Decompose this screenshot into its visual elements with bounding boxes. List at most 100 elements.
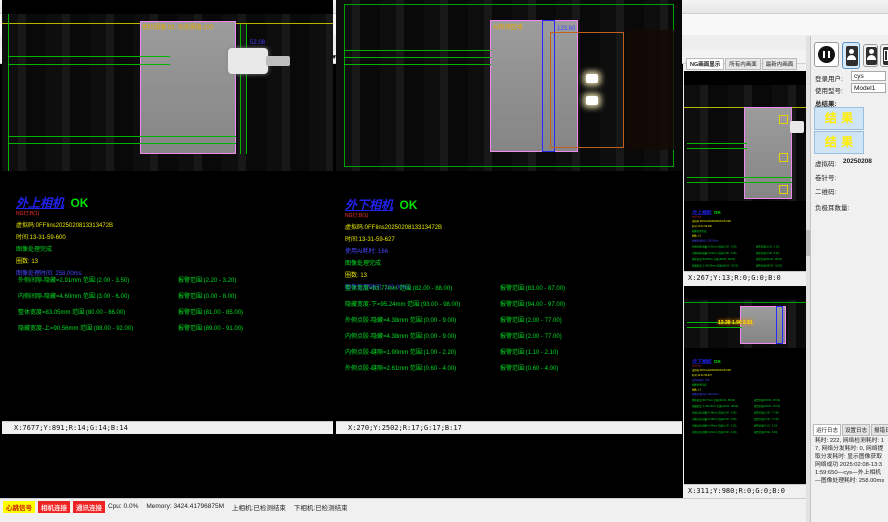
mini-upper-gripper	[790, 121, 804, 133]
right-process-done: 图像处理完成	[345, 258, 442, 267]
cpu-usage: Cpu: 0.0%	[108, 503, 138, 510]
logout-icon: →	[883, 47, 888, 65]
left-barcode: 虚拟码:0FFIins2025020813313472B	[16, 220, 113, 229]
measurement-row: 整体宽度=83.77mm 范围:(82.00 - 88.00)报警范围:(83.…	[345, 283, 565, 292]
result-box-upper: 结 果	[814, 107, 864, 130]
left-result-block: 外上相机 OK NG灯:B(1) 虚拟码:0FFIins202502081331…	[16, 194, 113, 277]
right-status-ok: OK	[399, 198, 417, 212]
left-camera-view[interactable]: 色阶阈值:93, 动态阈值:100 52.08 外上相机 OK NG灯:B(1)…	[2, 0, 333, 434]
right-gap-line-1	[344, 50, 491, 51]
right-gap-line-2	[344, 57, 491, 58]
side-view-tabs: NG画面显示 所有内画面 最新内画面	[686, 58, 798, 70]
model-label: 使用型号:	[815, 85, 843, 95]
pause-icon	[818, 46, 835, 63]
right-barcode: 虚拟码:0FFIins2025020813313472B	[345, 222, 442, 231]
right-orange-roi	[550, 32, 624, 148]
user-icon	[846, 46, 858, 66]
left-gap-line-1	[8, 56, 170, 57]
side-tab-latest-frames[interactable]: 最新内画面	[762, 58, 798, 70]
left-measure-vline-1	[240, 24, 241, 154]
right-blue-tag: 123.60	[557, 26, 575, 32]
result-box-lower: 结 果	[814, 131, 864, 154]
log-tab-settings[interactable]: 设置日志	[842, 424, 870, 436]
side-tab-ng-display[interactable]: NG画面显示	[686, 58, 724, 70]
barcode-value: 20250208	[843, 158, 872, 165]
measurement-row: 整体宽度=83.05mm 范围:(80.00 - 86.00)报警范围:(81.…	[18, 307, 243, 316]
left-gap-line-2	[8, 64, 170, 65]
memory-usage: Memory: 3424.41796875M	[146, 503, 224, 510]
side-tab-all-frames[interactable]: 所有内画面	[725, 58, 761, 70]
left-camera-image[interactable]: 色阶阈值:93, 动态阈值:100 52.08	[2, 14, 333, 171]
left-gripper-stem	[266, 56, 290, 66]
app-window: CYS-视觉检测系统 Ɛ 系统配置 相机配置 通讯配置 IO手配置 ▾ 光源控制…	[0, 0, 888, 522]
left-threshold-label: 色阶阈值:93, 动态阈值:100	[142, 22, 213, 31]
model-value: Model1	[851, 83, 886, 93]
tab-count-label: 负极耳数量:	[815, 202, 849, 212]
right-bright-spot-1	[586, 74, 598, 83]
user-mode-button-active[interactable]	[842, 42, 860, 69]
mini-lower-blue-rect	[776, 306, 783, 344]
left-green-edge-line	[8, 14, 9, 171]
mini-view-upper[interactable]: 外上相机 OK NG灯:B(1) 虚拟码:0FFIins202502081331…	[684, 71, 806, 284]
lower-camera-status: 下相机:已检测结束	[294, 502, 348, 512]
left-measurements: 外侧间隙-隐藏=2.91mm 范围:(2.00 - 3.50)报警范围:(2.2…	[18, 275, 243, 339]
mini-lower-result: 外下相机 OK NG灯:B(1) 虚拟码:0FFIins202502081331…	[692, 358, 806, 436]
logout-button[interactable]: →	[880, 44, 888, 67]
right-camera-image[interactable]: AI检测区域 123.60	[336, 0, 682, 171]
measurement-row: 内侧点胶-缝隙=1.90mm 范围:(1.00 - 2.20)报警范围:(1.1…	[345, 347, 565, 356]
mini-upper-image	[684, 85, 806, 201]
right-measurements: 整体宽度=83.77mm 范围:(82.00 - 88.00)报警范围:(83.…	[345, 283, 565, 379]
needle-label: 卷针号:	[815, 172, 836, 182]
mini-marker-2	[779, 153, 788, 162]
log-tab-run[interactable]: 运行日志	[813, 424, 841, 436]
log-tabs: 运行日志 设置日志 报错日志	[813, 424, 888, 436]
pause-button[interactable]	[814, 42, 839, 67]
camera-connection-indicator: 相机连接	[38, 501, 70, 513]
right-pixel-coordinates: X:270;Y:2502;R:17;G:17;B:17	[336, 421, 682, 434]
heartbeat-indicator: 心跳信号	[3, 501, 35, 513]
right-ai-region-label: AI检测区域	[493, 22, 523, 31]
user-icon	[866, 47, 877, 65]
user-mode-button[interactable]	[863, 44, 878, 67]
right-ai-time: 使用AI耗时: 166	[345, 246, 442, 255]
left-gap-line-4	[8, 143, 236, 144]
login-user-value: cys	[851, 71, 886, 81]
right-time: 时间:13-31-59-627	[345, 234, 442, 243]
left-measure-vline-2	[246, 24, 247, 154]
upper-camera-status: 上相机:已检测结束	[232, 502, 286, 512]
measurement-row: 外侧点胶-隐藏=4.38mm 范围:(0.00 - 9.00)报警范围:(2.0…	[345, 315, 565, 324]
measurement-row: 外侧点胶-缝隙=2.61mm 范围:(0.60 - 4.00)报警范围:(0.6…	[345, 363, 565, 372]
right-dark-area	[626, 30, 674, 150]
mini-lower-image: 13.38 1.90 2.61	[684, 300, 806, 348]
left-process-done: 图像处理完成	[16, 244, 113, 253]
mini-upper-result: 外上相机 OK NG灯:B(1) 虚拟码:0FFIins202502081331…	[692, 209, 806, 270]
right-rounds: 圈数: 13	[345, 270, 442, 279]
right-camera-name: 外下相机	[345, 196, 393, 213]
mini-marker-1	[779, 115, 788, 124]
qr-label: 二维码:	[815, 186, 836, 196]
log-tab-errors[interactable]: 报错日志	[871, 424, 888, 436]
right-result-block: 外下相机 OK NG灯:B(1) 虚拟码:0FFIins202502081331…	[345, 196, 442, 291]
barcode-label: 虚拟码:	[815, 158, 836, 168]
comm-connection-indicator: 通讯连接	[73, 501, 105, 513]
mini-lower-coordinates: X:311;Y:980;R:0;G:0;B:0	[684, 484, 806, 497]
left-status-ok: OK	[70, 196, 88, 210]
right-gap-line-3	[344, 64, 491, 65]
measurement-row: 隐藏宽度-下=95.24mm 范围:(93.00 - 98.00)报警范围:(9…	[345, 299, 565, 308]
left-gripper-tool	[228, 48, 268, 74]
control-panel: → 登录用户: cys 使用型号: Model1 总结果: 结 果 结 果 虚拟…	[810, 36, 888, 522]
left-rounds: 圈数: 13	[16, 256, 113, 265]
measurement-row: 内侧间隙-隐藏=4.60mm 范围:(3.00 - 6.00)报警范围:(0.0…	[18, 291, 243, 300]
left-gap-line-3	[8, 136, 236, 137]
left-camera-name: 外上相机	[16, 194, 64, 211]
measurement-row: 隐藏宽度-上=90.56mm 范围:(88.00 - 92.00)报警范围:(8…	[18, 323, 243, 332]
right-camera-view[interactable]: AI检测区域 123.60 外下相机 OK NG灯:B(1) 虚拟码:0FFIi…	[336, 0, 682, 434]
left-blue-tag: 52.08	[250, 40, 265, 46]
mini-view-lower[interactable]: 13.38 1.90 2.61 外下相机 OK NG灯:B(1) 虚拟码:0FF…	[684, 286, 806, 497]
mini-upper-coordinates: X:267;Y:13;R:0;G:0;B:0	[684, 271, 806, 284]
login-user-label: 登录用户:	[815, 73, 843, 83]
mini-marker-3	[779, 185, 788, 194]
status-bar: 心跳信号 相机连接 通讯连接 Cpu: 0.0% Memory: 3424.41…	[0, 498, 806, 514]
right-bright-spot-2	[586, 96, 598, 105]
measurement-row: 内侧点胶-隐藏=4.38mm 范围:(0.00 - 9.00)报警范围:(2.0…	[345, 331, 565, 340]
